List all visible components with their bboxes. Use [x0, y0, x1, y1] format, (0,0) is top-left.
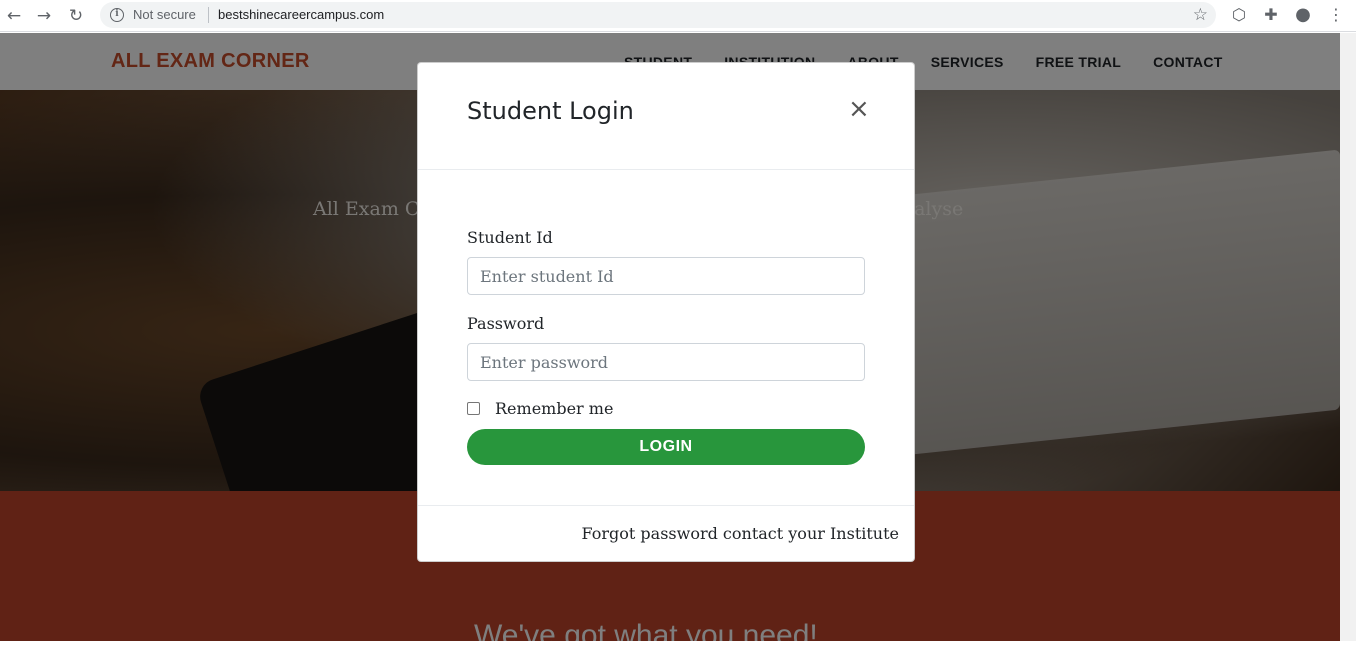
- modal-footer: Forgot password contact your Institute: [418, 505, 914, 561]
- browser-toolbar: ← → ↻ i Not secure bestshinecareercampus…: [0, 0, 1356, 32]
- extensions-puzzle-icon[interactable]: ✚: [1261, 5, 1281, 25]
- url-text[interactable]: bestshinecareercampus.com: [218, 7, 384, 22]
- student-id-input[interactable]: [467, 257, 865, 295]
- forgot-password-text: Forgot password contact your Institute: [581, 524, 899, 543]
- extension-cube-icon[interactable]: ⬡: [1229, 5, 1249, 25]
- modal-title: Student Login: [467, 97, 634, 125]
- close-icon[interactable]: ×: [848, 95, 870, 123]
- login-button[interactable]: LOGIN: [467, 429, 865, 465]
- page-scrollbar[interactable]: [1340, 33, 1356, 646]
- student-id-label: Student Id: [467, 228, 553, 247]
- address-bar[interactable]: i Not secure bestshinecareercampus.com ☆: [100, 2, 1216, 28]
- modal-header: Student Login ×: [418, 63, 914, 170]
- remember-me-label[interactable]: Remember me: [495, 399, 613, 418]
- profile-avatar-icon[interactable]: ●: [1293, 5, 1313, 25]
- reload-icon[interactable]: ↻: [66, 6, 86, 26]
- security-label[interactable]: Not secure: [133, 7, 196, 22]
- bookmark-star-icon[interactable]: ☆: [1193, 5, 1208, 25]
- forward-arrow-icon[interactable]: →: [34, 6, 54, 26]
- password-label: Password: [467, 314, 545, 333]
- remember-me-checkbox[interactable]: [467, 402, 480, 415]
- window-bottom-edge: [0, 641, 1356, 646]
- menu-kebab-icon[interactable]: ⋮: [1326, 5, 1346, 25]
- password-input[interactable]: [467, 343, 865, 381]
- back-arrow-icon[interactable]: ←: [4, 6, 24, 26]
- info-icon[interactable]: i: [110, 8, 124, 22]
- student-login-modal: Student Login × Student Id Password Reme…: [417, 62, 915, 562]
- separator: [208, 7, 209, 23]
